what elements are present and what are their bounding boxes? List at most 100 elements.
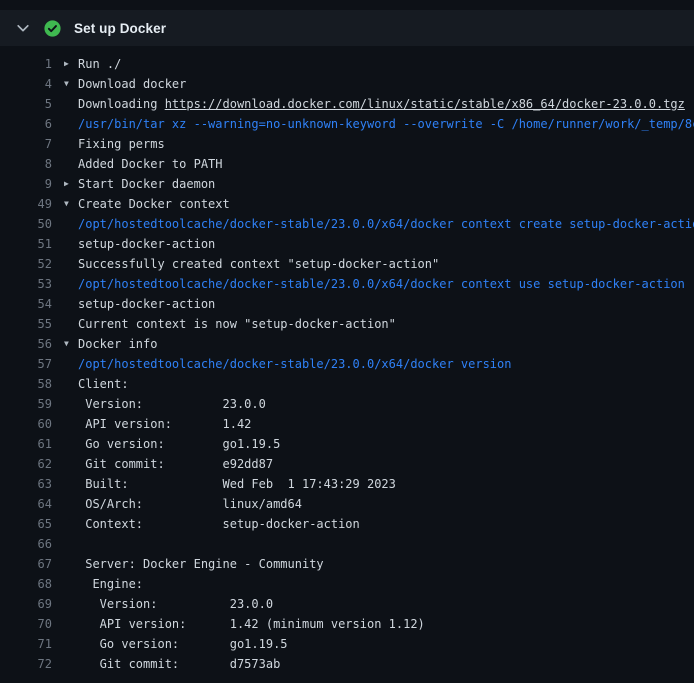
log-row: 51 setup-docker-action: [0, 234, 694, 254]
group-collapsed-icon[interactable]: ▶: [52, 174, 78, 194]
line-number: 8: [0, 154, 52, 174]
line-number: 69: [0, 594, 52, 614]
log-row[interactable]: 49▼Create Docker context: [0, 194, 694, 214]
log-console: 1▶Run ./4▼Download docker5Downloading ht…: [0, 46, 694, 674]
line-number: 58: [0, 374, 52, 394]
log-lines: 1▶Run ./4▼Download docker5Downloading ht…: [0, 54, 694, 674]
line-number: 52: [0, 254, 52, 274]
log-text: setup-docker-action: [78, 234, 215, 254]
log-row: 70 API version: 1.42 (minimum version 1.…: [0, 614, 694, 634]
log-text: Git commit: d7573ab: [78, 654, 280, 674]
line-number: 9: [0, 174, 52, 194]
log-row[interactable]: 9▶Start Docker daemon: [0, 174, 694, 194]
log-text: Go version: go1.19.5: [78, 634, 288, 654]
line-number: 51: [0, 234, 52, 254]
log-text: /opt/hostedtoolcache/docker-stable/23.0.…: [78, 354, 511, 374]
log-row[interactable]: 56▼Docker info: [0, 334, 694, 354]
log-text: Git commit: e92dd87: [78, 454, 273, 474]
line-number: 68: [0, 574, 52, 594]
line-number: 1: [0, 54, 52, 74]
step-title: Set up Docker: [74, 21, 166, 36]
log-text: Client:: [78, 374, 129, 394]
log-row: 58 Client:: [0, 374, 694, 394]
log-url-link[interactable]: https://download.docker.com/linux/static…: [165, 97, 685, 111]
log-text: /opt/hostedtoolcache/docker-stable/23.0.…: [78, 214, 694, 234]
log-row: 5 Downloading https://download.docker.com…: [0, 94, 694, 114]
log-row: 64 OS/Arch: linux/amd64: [0, 494, 694, 514]
line-number: 49: [0, 194, 52, 214]
log-row: 62 Git commit: e92dd87: [0, 454, 694, 474]
log-text: /opt/hostedtoolcache/docker-stable/23.0.…: [78, 274, 685, 294]
workflow-log-page: Set up Docker 1▶Run ./4▼Download docker5…: [0, 0, 694, 683]
line-number: 59: [0, 394, 52, 414]
step-header[interactable]: Set up Docker: [0, 10, 694, 46]
log-row: 61 Go version: go1.19.5: [0, 434, 694, 454]
log-text-prefix: Downloading: [78, 97, 165, 111]
line-number: 72: [0, 654, 52, 674]
log-text: Go version: go1.19.5: [78, 434, 280, 454]
log-row: 69 Version: 23.0.0: [0, 594, 694, 614]
log-text: Successfully created context "setup-dock…: [78, 254, 439, 274]
line-number: 66: [0, 534, 52, 554]
line-number: 54: [0, 294, 52, 314]
line-number: 55: [0, 314, 52, 334]
line-number: 57: [0, 354, 52, 374]
line-number: 50: [0, 214, 52, 234]
log-text: API version: 1.42: [78, 414, 251, 434]
log-row: 6/usr/bin/tar xz --warning=no-unknown-ke…: [0, 114, 694, 134]
log-text: Create Docker context: [78, 194, 230, 214]
line-number: 70: [0, 614, 52, 634]
line-number: 60: [0, 414, 52, 434]
log-row: 67 Server: Docker Engine - Community: [0, 554, 694, 574]
log-text: setup-docker-action: [78, 294, 215, 314]
group-expanded-icon[interactable]: ▼: [52, 194, 78, 214]
log-row: 57/opt/hostedtoolcache/docker-stable/23.…: [0, 354, 694, 374]
log-row: 50/opt/hostedtoolcache/docker-stable/23.…: [0, 214, 694, 234]
line-number: 56: [0, 334, 52, 354]
log-row: 53/opt/hostedtoolcache/docker-stable/23.…: [0, 274, 694, 294]
line-number: 61: [0, 434, 52, 454]
log-row: 68 Engine:: [0, 574, 694, 594]
log-text: /usr/bin/tar xz --warning=no-unknown-key…: [78, 114, 694, 134]
line-number: 53: [0, 274, 52, 294]
log-text: Download docker: [78, 74, 186, 94]
line-number: 6: [0, 114, 52, 134]
log-text: Server: Docker Engine - Community: [78, 554, 324, 574]
line-number: 67: [0, 554, 52, 574]
log-text: Version: 23.0.0: [78, 594, 273, 614]
log-text: OS/Arch: linux/amd64: [78, 494, 302, 514]
group-collapsed-icon[interactable]: ▶: [52, 54, 78, 74]
log-row: 71 Go version: go1.19.5: [0, 634, 694, 654]
log-row[interactable]: 1▶Run ./: [0, 54, 694, 74]
line-number: 7: [0, 134, 52, 154]
log-row: 59 Version: 23.0.0: [0, 394, 694, 414]
log-row: 66: [0, 534, 694, 554]
log-row: 72 Git commit: d7573ab: [0, 654, 694, 674]
line-number: 63: [0, 474, 52, 494]
check-circle-success-icon: [44, 20, 61, 37]
line-number: 4: [0, 74, 52, 94]
log-row[interactable]: 4▼Download docker: [0, 74, 694, 94]
log-text: Engine:: [78, 574, 143, 594]
log-text: Built: Wed Feb 1 17:43:29 2023: [78, 474, 396, 494]
chevron-down-icon[interactable]: [15, 20, 31, 36]
line-number: 71: [0, 634, 52, 654]
group-expanded-icon[interactable]: ▼: [52, 334, 78, 354]
log-row: 52 Successfully created context "setup-do…: [0, 254, 694, 274]
log-text: Downloading https://download.docker.com/…: [78, 94, 685, 114]
log-row: 60 API version: 1.42: [0, 414, 694, 434]
log-row: 7 Fixing perms: [0, 134, 694, 154]
log-text: API version: 1.42 (minimum version 1.12): [78, 614, 425, 634]
log-text: Fixing perms: [78, 134, 165, 154]
log-row: 63 Built: Wed Feb 1 17:43:29 2023: [0, 474, 694, 494]
log-text: Current context is now "setup-docker-act…: [78, 314, 396, 334]
log-text: Version: 23.0.0: [78, 394, 266, 414]
line-number: 5: [0, 94, 52, 114]
line-number: 65: [0, 514, 52, 534]
line-number: 62: [0, 454, 52, 474]
log-text: Context: setup-docker-action: [78, 514, 360, 534]
log-row: 54 setup-docker-action: [0, 294, 694, 314]
group-expanded-icon[interactable]: ▼: [52, 74, 78, 94]
log-row: 65 Context: setup-docker-action: [0, 514, 694, 534]
log-text: Docker info: [78, 334, 157, 354]
